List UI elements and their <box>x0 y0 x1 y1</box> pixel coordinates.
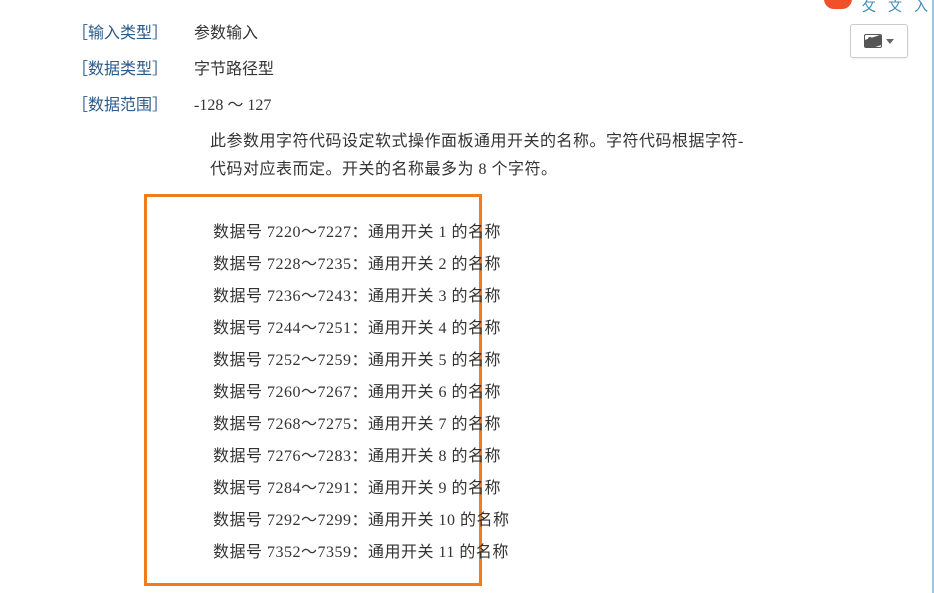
image-icon <box>864 34 882 48</box>
description-block: 此参数用字符代码设定软式操作面板通用开关的名称。字符代码根据字符- 代码对应表而… <box>210 128 862 184</box>
description-line-2: 代码对应表而定。开关的名称最多为 8 个字符。 <box>210 156 862 184</box>
data-type-value: 字节路径型 <box>194 56 274 84</box>
input-type-label: ［输入类型］ <box>72 20 168 48</box>
input-type-value: 参数输入 <box>194 20 258 48</box>
data-row: 数据号 7284～7291：通用开关 9 的名称 <box>213 473 479 505</box>
chevron-down-icon <box>886 39 894 44</box>
data-row: 数据号 7252～7259：通用开关 5 的名称 <box>213 345 479 377</box>
data-row: 数据号 7220～7227：通用开关 1 的名称 <box>213 217 479 249</box>
data-row: 数据号 7260～7267：通用开关 6 的名称 <box>213 377 479 409</box>
data-row: 数据号 7244～7251：通用开关 4 的名称 <box>213 313 479 345</box>
top-toolbar-fragment: 攵 文 入 <box>824 0 934 16</box>
highlighted-data-box: 数据号 7220～7227：通用开关 1 的名称 数据号 7228～7235：通… <box>144 194 482 586</box>
data-range-value: -128 ～ 127 <box>194 92 271 120</box>
data-row: 数据号 7228～7235：通用开关 2 的名称 <box>213 249 479 281</box>
data-row: 数据号 7268～7275：通用开关 7 的名称 <box>213 409 479 441</box>
toolbar-glyph-2: 文 <box>888 0 902 16</box>
toolbar-glyph-1: 攵 <box>862 0 876 16</box>
image-dropdown-button[interactable] <box>850 24 908 58</box>
data-row: 数据号 7276～7283：通用开关 8 的名称 <box>213 441 479 473</box>
meta-data-range: ［数据范围］ -128 ～ 127 <box>72 92 862 120</box>
data-row: 数据号 7236～7243：通用开关 3 的名称 <box>213 281 479 313</box>
toolbar-glyph-3: 入 <box>914 0 928 16</box>
meta-input-type: ［输入类型］ 参数输入 <box>72 20 862 48</box>
data-row: 数据号 7352～7359：通用开关 11 的名称 <box>213 537 479 569</box>
data-row: 数据号 7292～7299：通用开关 10 的名称 <box>213 505 479 537</box>
app-logo-fragment <box>824 0 852 9</box>
document-content: ［输入类型］ 参数输入 ［数据类型］ 字节路径型 ［数据范围］ -128 ～ 1… <box>0 0 934 586</box>
description-line-1: 此参数用字符代码设定软式操作面板通用开关的名称。字符代码根据字符- <box>210 128 862 156</box>
meta-data-type: ［数据类型］ 字节路径型 <box>72 56 862 84</box>
data-type-label: ［数据类型］ <box>72 56 168 84</box>
data-range-label: ［数据范围］ <box>72 92 168 120</box>
